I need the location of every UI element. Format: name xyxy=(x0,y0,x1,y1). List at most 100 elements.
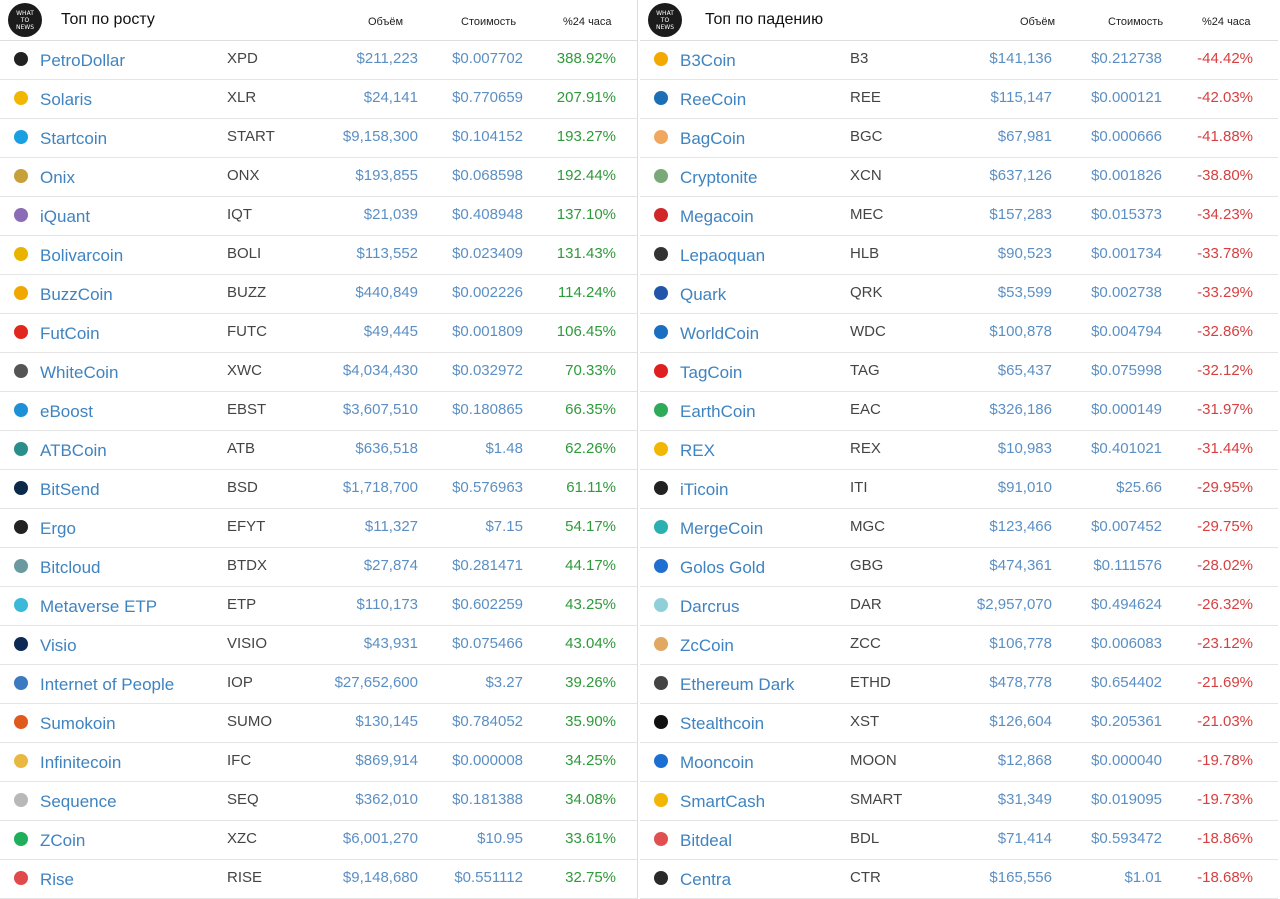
table-row[interactable]: ATBCoin ATB $636,518 $1.48 62.26% xyxy=(0,431,638,470)
table-row[interactable]: ZcCoin ZCC $106,778 $0.006083 -23.12% xyxy=(640,626,1278,665)
coin-name-link[interactable]: Metaverse ETP xyxy=(40,597,157,617)
table-row[interactable]: B3Coin B3 $141,136 $0.212738 -44.42% xyxy=(640,41,1278,80)
coin-name-link[interactable]: BitSend xyxy=(40,480,100,500)
coin-name-link[interactable]: EarthCoin xyxy=(680,402,756,422)
coin-name-link[interactable]: BagCoin xyxy=(680,129,745,149)
coin-name-link[interactable]: Megacoin xyxy=(680,207,754,227)
table-row[interactable]: Sumokoin SUMO $130,145 $0.784052 35.90% xyxy=(0,704,638,743)
coin-name-link[interactable]: Sequence xyxy=(40,792,117,812)
coin-name-link[interactable]: Bitcloud xyxy=(40,558,100,578)
coin-name-link[interactable]: PetroDollar xyxy=(40,51,125,71)
coin-name-link[interactable]: Darcrus xyxy=(680,597,740,617)
table-row[interactable]: EarthCoin EAC $326,186 $0.000149 -31.97% xyxy=(640,392,1278,431)
table-row[interactable]: ReeCoin REE $115,147 $0.000121 -42.03% xyxy=(640,80,1278,119)
coin-change: 35.90% xyxy=(565,713,616,730)
table-row[interactable]: iTicoin ITI $91,010 $25.66 -29.95% xyxy=(640,470,1278,509)
coin-volume: $130,145 xyxy=(355,713,418,730)
coin-name-link[interactable]: Ethereum Dark xyxy=(680,675,794,695)
coin-name-link[interactable]: B3Coin xyxy=(680,51,736,71)
site-logo[interactable]: WHAT TO NEWS xyxy=(648,3,682,37)
table-row[interactable]: Startcoin START $9,158,300 $0.104152 193.27% xyxy=(0,119,638,158)
table-row[interactable]: FutCoin FUTC $49,445 $0.001809 106.45% xyxy=(0,314,638,353)
coin-name-link[interactable]: SmartCash xyxy=(680,792,765,812)
golos-gold-icon xyxy=(654,559,668,573)
coin-name-link[interactable]: ZCoin xyxy=(40,831,85,851)
coin-name-link[interactable]: Infinitecoin xyxy=(40,753,121,773)
table-row[interactable]: Bolivarcoin BOLI $113,552 $0.023409 131.43% xyxy=(0,236,638,275)
coin-name-link[interactable]: Cryptonite xyxy=(680,168,757,188)
coin-name-link[interactable]: MergeCoin xyxy=(680,519,763,539)
table-row[interactable]: eBoost EBST $3,607,510 $0.180865 66.35% xyxy=(0,392,638,431)
coin-name-link[interactable]: Sumokoin xyxy=(40,714,116,734)
coin-name-link[interactable]: Visio xyxy=(40,636,77,656)
table-row[interactable]: BagCoin BGC $67,981 $0.000666 -41.88% xyxy=(640,119,1278,158)
coin-name-link[interactable]: ATBCoin xyxy=(40,441,107,461)
coin-name-link[interactable]: BuzzCoin xyxy=(40,285,113,305)
coin-name-link[interactable]: Ergo xyxy=(40,519,76,539)
table-row[interactable]: Bitdeal BDL $71,414 $0.593472 -18.86% xyxy=(640,821,1278,860)
coin-name-link[interactable]: Rise xyxy=(40,870,74,890)
table-row[interactable]: Mooncoin MOON $12,868 $0.000040 -19.78% xyxy=(640,743,1278,782)
coin-name-link[interactable]: Internet of People xyxy=(40,675,174,695)
coin-name-link[interactable]: Golos Gold xyxy=(680,558,765,578)
table-row[interactable]: Rise RISE $9,148,680 $0.551112 32.75% xyxy=(0,860,638,899)
table-row[interactable]: BitSend BSD $1,718,700 $0.576963 61.11% xyxy=(0,470,638,509)
table-row[interactable]: Metaverse ETP ETP $110,173 $0.602259 43.25% xyxy=(0,587,638,626)
table-row[interactable]: Internet of People IOP $27,652,600 $3.27 39.… xyxy=(0,665,638,704)
coin-name-link[interactable]: REX xyxy=(680,441,715,461)
table-row[interactable]: Megacoin MEC $157,283 $0.015373 -34.23% xyxy=(640,197,1278,236)
table-row[interactable]: iQuant IQT $21,039 $0.408948 137.10% xyxy=(0,197,638,236)
coin-volume: $474,361 xyxy=(989,557,1052,574)
table-row[interactable]: Cryptonite XCN $637,126 $0.001826 -38.80% xyxy=(640,158,1278,197)
coin-name-link[interactable]: iQuant xyxy=(40,207,90,227)
coin-name-link[interactable]: eBoost xyxy=(40,402,93,422)
table-row[interactable]: Onix ONX $193,855 $0.068598 192.44% xyxy=(0,158,638,197)
coin-name-link[interactable]: Quark xyxy=(680,285,726,305)
table-row[interactable]: Solaris XLR $24,141 $0.770659 207.91% xyxy=(0,80,638,119)
coin-name-link[interactable]: Onix xyxy=(40,168,75,188)
table-row[interactable]: Quark QRK $53,599 $0.002738 -33.29% xyxy=(640,275,1278,314)
table-row[interactable]: REX REX $10,983 $0.401021 -31.44% xyxy=(640,431,1278,470)
coin-name-link[interactable]: Mooncoin xyxy=(680,753,754,773)
table-row[interactable]: WhiteCoin XWC $4,034,430 $0.032972 70.33% xyxy=(0,353,638,392)
table-row[interactable]: WorldCoin WDC $100,878 $0.004794 -32.86% xyxy=(640,314,1278,353)
coin-price: $0.401021 xyxy=(1091,440,1162,457)
table-row[interactable]: Visio VISIO $43,931 $0.075466 43.04% xyxy=(0,626,638,665)
table-row[interactable]: ZCoin XZC $6,001,270 $10.95 33.61% xyxy=(0,821,638,860)
coin-name-link[interactable]: Bolivarcoin xyxy=(40,246,123,266)
coin-name-link[interactable]: TagCoin xyxy=(680,363,742,383)
table-row[interactable]: TagCoin TAG $65,437 $0.075998 -32.12% xyxy=(640,353,1278,392)
coin-price: $0.593472 xyxy=(1091,830,1162,847)
coin-name-link[interactable]: FutCoin xyxy=(40,324,100,344)
coin-name-link[interactable]: iTicoin xyxy=(680,480,729,500)
coin-change: -44.42% xyxy=(1197,50,1253,67)
coin-name-link[interactable]: ReeCoin xyxy=(680,90,746,110)
table-row[interactable]: Bitcloud BTDX $27,874 $0.281471 44.17% xyxy=(0,548,638,587)
coin-name-link[interactable]: WorldCoin xyxy=(680,324,759,344)
coin-name-link[interactable]: Centra xyxy=(680,870,731,890)
coin-name-link[interactable]: Startcoin xyxy=(40,129,107,149)
table-row[interactable]: BuzzCoin BUZZ $440,849 $0.002226 114.24% xyxy=(0,275,638,314)
table-row[interactable]: Ethereum Dark ETHD $478,778 $0.654402 -21.69… xyxy=(640,665,1278,704)
table-row[interactable]: Stealthcoin XST $126,604 $0.205361 -21.03% xyxy=(640,704,1278,743)
table-row[interactable]: Ergo EFYT $11,327 $7.15 54.17% xyxy=(0,509,638,548)
coin-symbol: XPD xyxy=(227,50,258,67)
coin-name-link[interactable]: Solaris xyxy=(40,90,92,110)
coin-change: -23.12% xyxy=(1197,635,1253,652)
table-row[interactable]: Darcrus DAR $2,957,070 $0.494624 -26.32% xyxy=(640,587,1278,626)
table-row[interactable]: MergeCoin MGC $123,466 $0.007452 -29.75% xyxy=(640,509,1278,548)
coin-name-link[interactable]: Bitdeal xyxy=(680,831,732,851)
table-row[interactable]: Infinitecoin IFC $869,914 $0.000008 34.25% xyxy=(0,743,638,782)
coin-name-link[interactable]: WhiteCoin xyxy=(40,363,118,383)
table-row[interactable]: Lepaoquan HLB $90,523 $0.001734 -33.78% xyxy=(640,236,1278,275)
coin-price: $0.075998 xyxy=(1091,362,1162,379)
site-logo[interactable]: WHAT TO NEWS xyxy=(8,3,42,37)
coin-name-link[interactable]: ZcCoin xyxy=(680,636,734,656)
table-row[interactable]: Centra CTR $165,556 $1.01 -18.68% xyxy=(640,860,1278,899)
table-row[interactable]: PetroDollar XPD $211,223 $0.007702 388.92% xyxy=(0,41,638,80)
coin-name-link[interactable]: Stealthcoin xyxy=(680,714,764,734)
coin-name-link[interactable]: Lepaoquan xyxy=(680,246,765,266)
table-row[interactable]: SmartCash SMART $31,349 $0.019095 -19.73% xyxy=(640,782,1278,821)
table-row[interactable]: Sequence SEQ $362,010 $0.181388 34.08% xyxy=(0,782,638,821)
table-row[interactable]: Golos Gold GBG $474,361 $0.111576 -28.02% xyxy=(640,548,1278,587)
